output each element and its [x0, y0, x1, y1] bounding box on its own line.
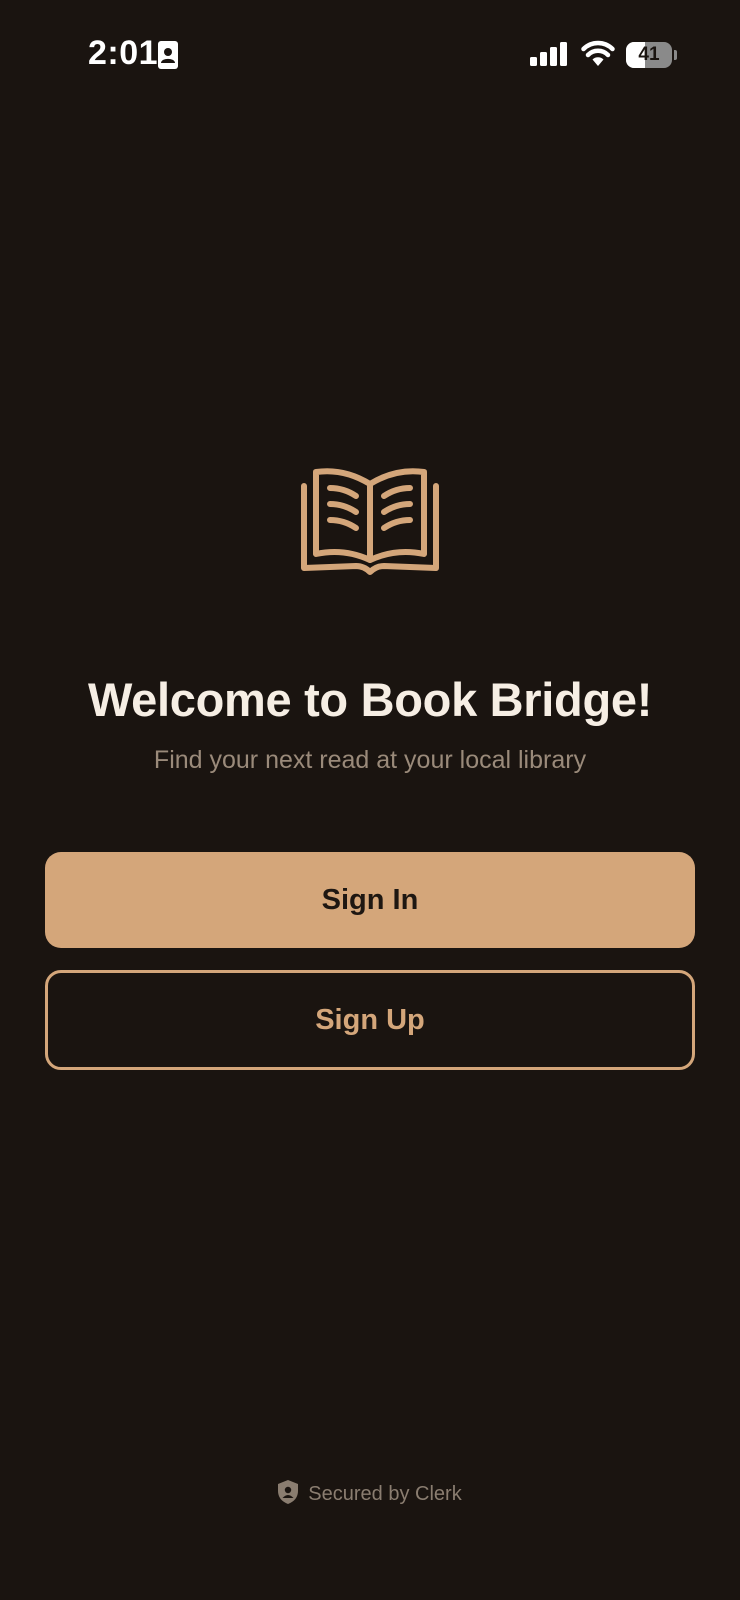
open-book-icon [300, 466, 440, 581]
status-time: 2:01 [88, 34, 159, 72]
cellular-signal-icon [530, 42, 568, 71]
battery-icon: 41 [626, 42, 677, 68]
welcome-screen: 2:01 41 Welcome to Book Bridge! Find you… [0, 0, 740, 1600]
shield-icon [278, 1480, 299, 1509]
sign-up-button[interactable]: Sign Up [45, 970, 695, 1070]
wifi-icon [581, 40, 615, 71]
sign-in-button[interactable]: Sign In [45, 852, 695, 948]
footer-text: Secured by Clerk [308, 1483, 462, 1505]
welcome-subtitle: Find your next read at your local librar… [153, 746, 587, 774]
sign-up-label: Sign Up [315, 1003, 425, 1036]
secured-by-footer[interactable]: Secured by Clerk [0, 1480, 740, 1509]
battery-level: 41 [638, 44, 660, 65]
sign-in-label: Sign In [321, 883, 419, 916]
contact-card-icon [158, 41, 178, 74]
welcome-title: Welcome to Book Bridge! [87, 673, 653, 726]
status-bar: 2:01 41 [0, 0, 740, 110]
